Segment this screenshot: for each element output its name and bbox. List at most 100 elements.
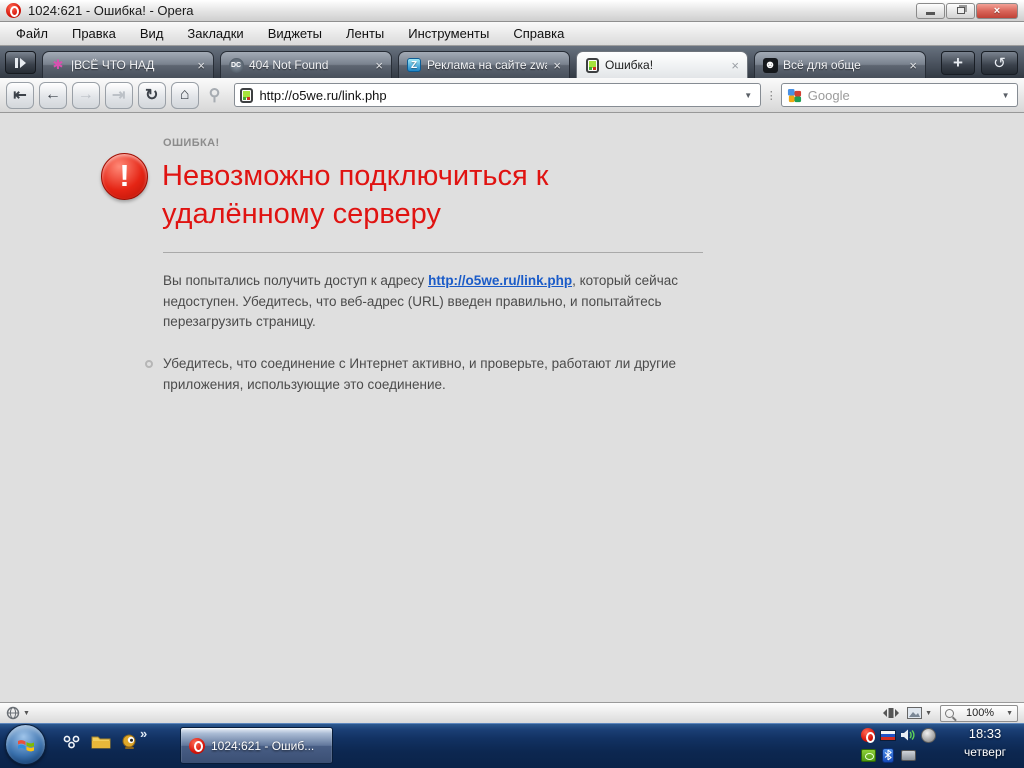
quick-launch-folder-icon[interactable]: [91, 732, 111, 752]
tab-title: Реклама на сайте zwa...: [427, 58, 547, 72]
tab-title: Всё для обще: [783, 58, 903, 72]
menu-bookmarks[interactable]: Закладки: [175, 23, 255, 44]
menu-feeds[interactable]: Ленты: [334, 23, 396, 44]
tab-error-active[interactable]: Ошибка! ×: [576, 51, 748, 78]
task-button-label: 1024:621 - Ошиб...: [211, 739, 314, 753]
error-exclamation: !: [119, 160, 129, 191]
tray-removable-device-icon[interactable]: [900, 747, 916, 763]
tab-reklama[interactable]: Z Реклама на сайте zwa... ×: [398, 51, 570, 78]
close-button[interactable]: ×: [976, 3, 1018, 19]
windows-flag-icon: [16, 735, 36, 755]
clock-time: 18:33: [952, 726, 1018, 741]
view-mode-globe-icon[interactable]: [6, 706, 20, 720]
search-bar[interactable]: Google ▼: [781, 83, 1018, 107]
quick-launch-overflow-button[interactable]: »: [140, 726, 147, 741]
menu-help[interactable]: Справка: [501, 23, 576, 44]
menu-tools[interactable]: Инструменты: [396, 23, 501, 44]
menu-view[interactable]: Вид: [128, 23, 176, 44]
panel-toggle-icon: [14, 57, 28, 69]
quick-launch-rings-icon[interactable]: [62, 732, 82, 752]
tray-volume-icon[interactable]: [900, 727, 916, 743]
bullet-icon: [145, 360, 153, 368]
tab-close-icon[interactable]: ×: [196, 58, 206, 73]
search-placeholder[interactable]: Google: [808, 88, 991, 103]
opera-icon: [189, 738, 205, 754]
error-paragraph: Вы попытались получить доступ к адресу h…: [163, 271, 679, 333]
taskbar: » 1024:621 - Ошиб...: [0, 723, 1024, 768]
view-mode-dropdown-icon[interactable]: ▼: [23, 710, 30, 717]
home-button[interactable]: ⌂: [171, 82, 199, 109]
zoom-dropdown-icon[interactable]: ▼: [1006, 710, 1013, 717]
tab-title: 404 Not Found: [249, 58, 369, 72]
tray-opera-icon[interactable]: [860, 727, 876, 743]
start-button[interactable]: [5, 724, 46, 765]
tab-close-icon[interactable]: ×: [908, 58, 918, 73]
fit-to-width-icon[interactable]: [883, 707, 899, 719]
zoom-level: 100%: [958, 707, 1002, 719]
taskbar-opera-window-button[interactable]: 1024:621 - Ошиб...: [180, 727, 333, 764]
taskbar-clock[interactable]: 18:33 четверг: [952, 726, 1018, 759]
minimize-icon: [926, 12, 935, 15]
tab-close-icon[interactable]: ×: [374, 58, 384, 73]
page-favicon-icon: [586, 58, 599, 73]
quick-launch-bar: [62, 732, 140, 752]
toolbar-splitter-handle[interactable]: ⋮: [766, 89, 776, 102]
back-button[interactable]: ←: [39, 82, 67, 109]
quick-launch-eye-icon[interactable]: [120, 732, 140, 752]
tab-close-icon[interactable]: ×: [552, 58, 562, 73]
tab-favicon-mask-icon: ☻: [763, 58, 778, 73]
restore-icon: [957, 7, 965, 14]
tab-404-not-found[interactable]: DC 404 Not Found ×: [220, 51, 392, 78]
tab-vse-dlya-obshche[interactable]: ☻ Всё для обще ×: [754, 51, 926, 78]
divider: [163, 252, 703, 253]
images-dropdown-icon[interactable]: ▼: [925, 710, 932, 717]
menu-widgets[interactable]: Виджеты: [256, 23, 334, 44]
tray-bluetooth-icon[interactable]: [880, 747, 896, 763]
tab-favicon-dc-icon: DC: [229, 58, 244, 73]
tab-favicon-asterisk-icon: ✱: [50, 57, 66, 73]
title-bar: 1024:621 - Ошибка! - Opera ×: [0, 0, 1024, 22]
address-bar[interactable]: http://o5we.ru/link.php ▼: [234, 83, 760, 107]
address-toolbar: ⇤ ← → ⇥ ↻ ⌂ ⚲ http://o5we.ru/link.php ▼ …: [0, 78, 1024, 113]
tab-title: |ВСЁ ЧТО НАД: [71, 58, 191, 72]
opera-logo-icon: [6, 3, 21, 18]
paragraph-text-before: Вы попытались получить доступ к адресу: [163, 273, 428, 288]
address-url[interactable]: http://o5we.ru/link.php: [259, 88, 733, 103]
wand-key-button[interactable]: ⚲: [204, 82, 226, 109]
reload-button[interactable]: ↻: [138, 82, 166, 109]
tab-bar: ✱ |ВСЁ ЧТО НАД × DC 404 Not Found × Z Ре…: [0, 46, 1024, 78]
rewind-button[interactable]: ⇤: [6, 82, 34, 109]
tab-favicon-z-icon: Z: [407, 58, 421, 72]
error-url-link[interactable]: http://o5we.ru/link.php: [428, 273, 572, 288]
page-icon: [240, 88, 253, 103]
search-dropdown-icon[interactable]: ▼: [997, 85, 1014, 105]
minimize-button[interactable]: [916, 3, 945, 19]
restore-button[interactable]: [946, 3, 975, 19]
panel-toggle-button[interactable]: [5, 51, 36, 74]
tab-vse-chto-nad[interactable]: ✱ |ВСЁ ЧТО НАД ×: [42, 51, 214, 78]
zoom-control[interactable]: 100% ▼: [940, 705, 1018, 722]
images-toggle-icon[interactable]: [907, 707, 922, 719]
forward-button[interactable]: →: [72, 82, 100, 109]
menu-edit[interactable]: Правка: [60, 23, 128, 44]
google-icon: [787, 88, 802, 103]
error-heading: Невозможно подключиться к удалённому сер…: [162, 157, 642, 233]
address-dropdown-icon[interactable]: ▼: [740, 85, 757, 105]
tray-update-icon[interactable]: [920, 727, 936, 743]
fast-forward-button[interactable]: ⇥: [105, 82, 133, 109]
status-bar: ▼ ▼ 100% ▼: [0, 702, 1024, 723]
zoom-magnifier-icon: [945, 709, 954, 718]
page-content: ОШИБКА! ! Невозможно подключиться к удал…: [0, 113, 1024, 702]
tab-close-icon[interactable]: ×: [730, 58, 740, 73]
menu-file[interactable]: Файл: [4, 23, 60, 44]
new-tab-button[interactable]: +: [941, 51, 975, 75]
error-kicker: ОШИБКА!: [163, 137, 220, 149]
clock-day: четверг: [952, 745, 1018, 759]
tray-nvidia-icon[interactable]: [860, 747, 876, 763]
error-icon: !: [101, 153, 148, 200]
system-tray: [860, 725, 946, 766]
tab-title: Ошибка!: [605, 58, 725, 72]
tray-language-ru-icon[interactable]: [880, 727, 896, 743]
error-hint-text: Убедитесь, что соединение с Интернет акт…: [163, 354, 683, 395]
closed-tabs-button[interactable]: ↺: [981, 51, 1018, 75]
